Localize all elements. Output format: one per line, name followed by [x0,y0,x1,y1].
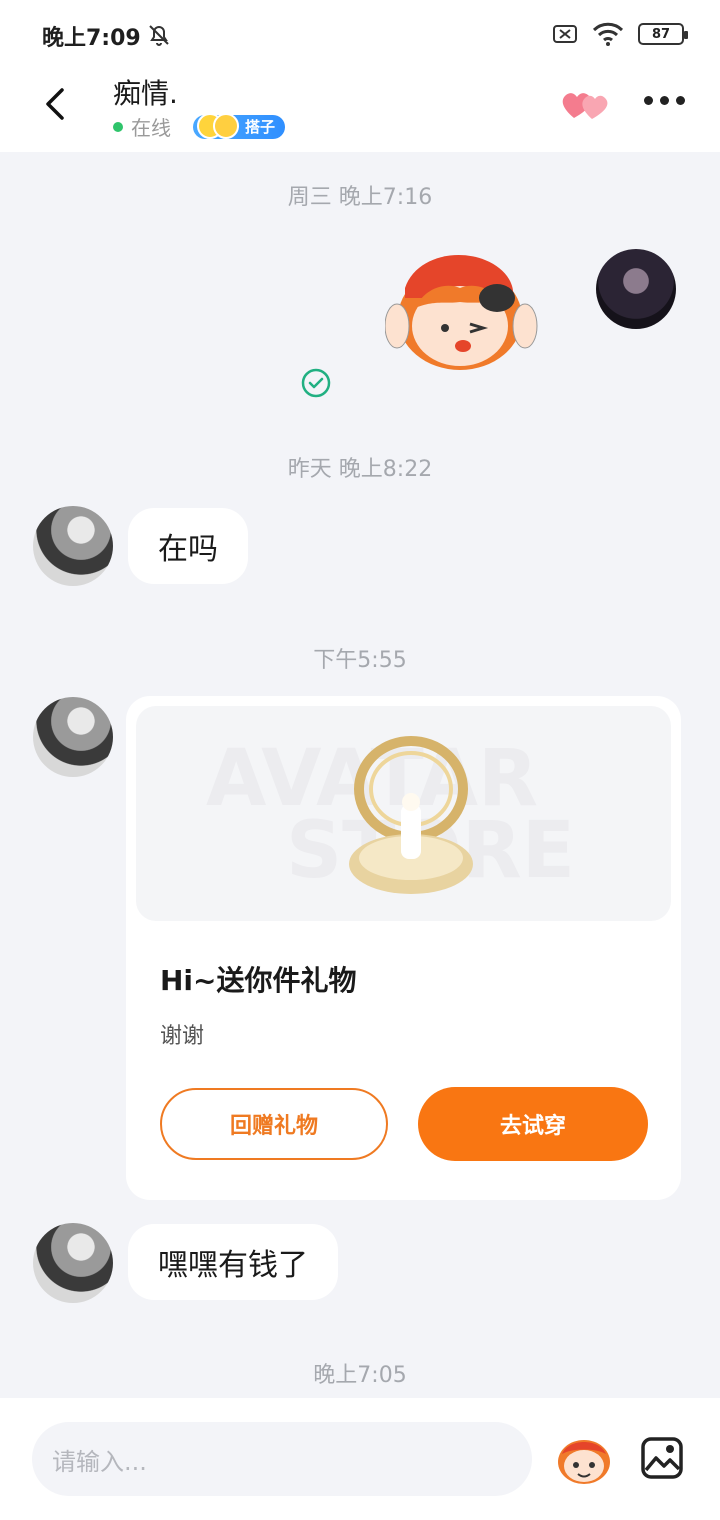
message-bubble[interactable]: 在吗 [128,508,248,584]
contact-avatar[interactable] [33,506,113,586]
gift-preview-image: AVATAR STORE [136,706,671,921]
status-bar: 晚上7:09 87 [0,0,720,70]
sticker-emoji-icon[interactable] [554,1432,614,1486]
timestamp: 昨天 晚上8:22 [287,457,433,482]
try-on-button[interactable]: 去试穿 [418,1087,648,1161]
gift-ring-image [349,736,473,894]
contact-name[interactable]: 痴情. [113,72,178,112]
sticker-message[interactable] [385,248,540,378]
message-bubble[interactable]: 嘿嘿有钱了 [128,1224,338,1300]
sim-off-icon [553,25,577,43]
battery-level: 87 [651,26,671,42]
relationship-badge[interactable]: 搭子 [193,112,286,139]
message-text: 嘿嘿有钱了 [158,1248,308,1283]
battery-indicator: 87 [638,23,688,45]
double-heart-icon[interactable] [560,88,610,122]
contact-avatar[interactable] [33,1223,113,1303]
message-input[interactable]: 请输入... [32,1422,532,1496]
status-time: 晚上7:09 [42,26,141,51]
my-avatar[interactable] [596,249,676,329]
back-arrow-icon[interactable] [36,84,76,124]
online-status: 在线 搭子 [113,112,286,141]
message-text: 在吗 [158,532,218,567]
contact-avatar[interactable] [33,697,113,777]
bell-muted-icon [149,25,169,46]
emoji-pair-icon [197,112,241,139]
status-right: 87 [552,22,688,46]
online-label: 在线 [131,116,171,140]
gift-card[interactable]: AVATAR STORE Hi~送你件礼物 谢谢 回赠礼物 去试穿 [126,696,681,1200]
image-picker-icon[interactable] [640,1436,684,1480]
badge-label: 搭子 [245,118,276,136]
online-dot [113,121,123,132]
timestamp: 下午5:55 [313,648,407,673]
read-check-icon [301,368,331,398]
input-placeholder: 请输入... [52,1447,147,1476]
gift-title: Hi~送你件礼物 [160,964,357,997]
return-gift-button[interactable]: 回赠礼物 [160,1088,388,1160]
chat-header: 痴情. 在线 搭子 [0,70,720,152]
gift-subtitle: 谢谢 [160,1024,205,1049]
more-options-button[interactable] [644,96,685,105]
timestamp: 周三 晚上7:16 [287,185,433,210]
timestamp: 晚上7:05 [313,1363,407,1388]
input-bar: 请输入... [0,1398,720,1520]
wifi-icon [592,22,624,46]
